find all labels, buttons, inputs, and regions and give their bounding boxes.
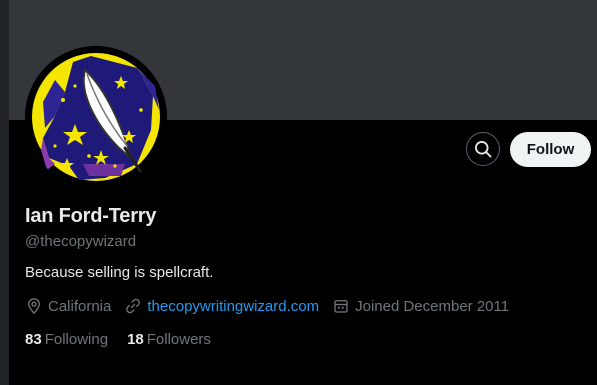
following-count: 83 <box>25 331 42 348</box>
joined-label: Joined December 2011 <box>355 297 510 315</box>
joined-item: Joined December 2011 <box>332 297 509 315</box>
profile-meta: California thecopywritingwizard.com Join… <box>25 297 522 315</box>
location-item: California <box>25 297 111 315</box>
profile-name: Ian Ford-Terry <box>25 205 157 227</box>
profile-bio: Because selling is spellcraft. <box>25 264 214 281</box>
follow-button[interactable]: Follow <box>510 132 591 167</box>
search-icon <box>475 141 492 158</box>
location-label: California <box>48 297 112 315</box>
website-item[interactable]: thecopywritingwizard.com <box>124 297 319 315</box>
location-pin-icon <box>28 298 40 315</box>
left-edge-divider <box>0 0 9 385</box>
link-icon <box>126 298 141 314</box>
followers-label: Followers <box>146 331 211 348</box>
calendar-icon <box>334 300 348 313</box>
followers-count: 18 <box>127 331 144 348</box>
following-link[interactable]: 83 Following <box>25 331 108 348</box>
profile-avatar[interactable] <box>25 46 167 188</box>
followers-link[interactable]: 18 Followers <box>127 331 211 348</box>
profile-handle: @thecopywizard <box>25 233 137 250</box>
website-link[interactable]: thecopywritingwizard.com <box>147 298 319 315</box>
search-profile-button[interactable] <box>466 132 500 166</box>
follow-counts: 83 Following 18 Followers <box>25 331 230 348</box>
following-label: Following <box>44 331 109 348</box>
